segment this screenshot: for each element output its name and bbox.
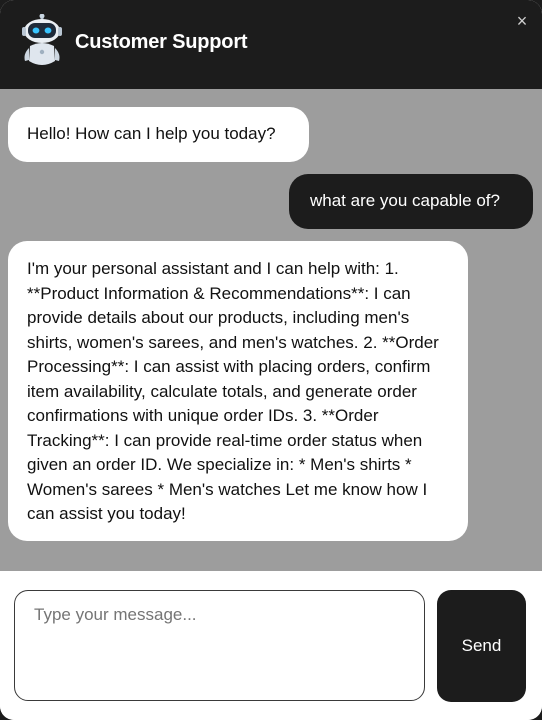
chat-header: Customer Support × [0, 0, 542, 89]
bot-message: I'm your personal assistant and I can he… [8, 241, 468, 541]
message-composer: Send [0, 571, 542, 720]
header-title: Customer Support [75, 31, 248, 53]
robot-icon [22, 14, 62, 65]
message-input[interactable] [14, 590, 425, 701]
close-icon[interactable]: × [513, 12, 531, 30]
chat-widget: Customer Support × Hello! How can I help… [0, 0, 542, 720]
message-list: Hello! How can I help you today? what ar… [0, 89, 542, 571]
send-button[interactable]: Send [437, 590, 526, 702]
user-message: what are you capable of? [289, 174, 533, 229]
bot-message: Hello! How can I help you today? [8, 107, 309, 162]
